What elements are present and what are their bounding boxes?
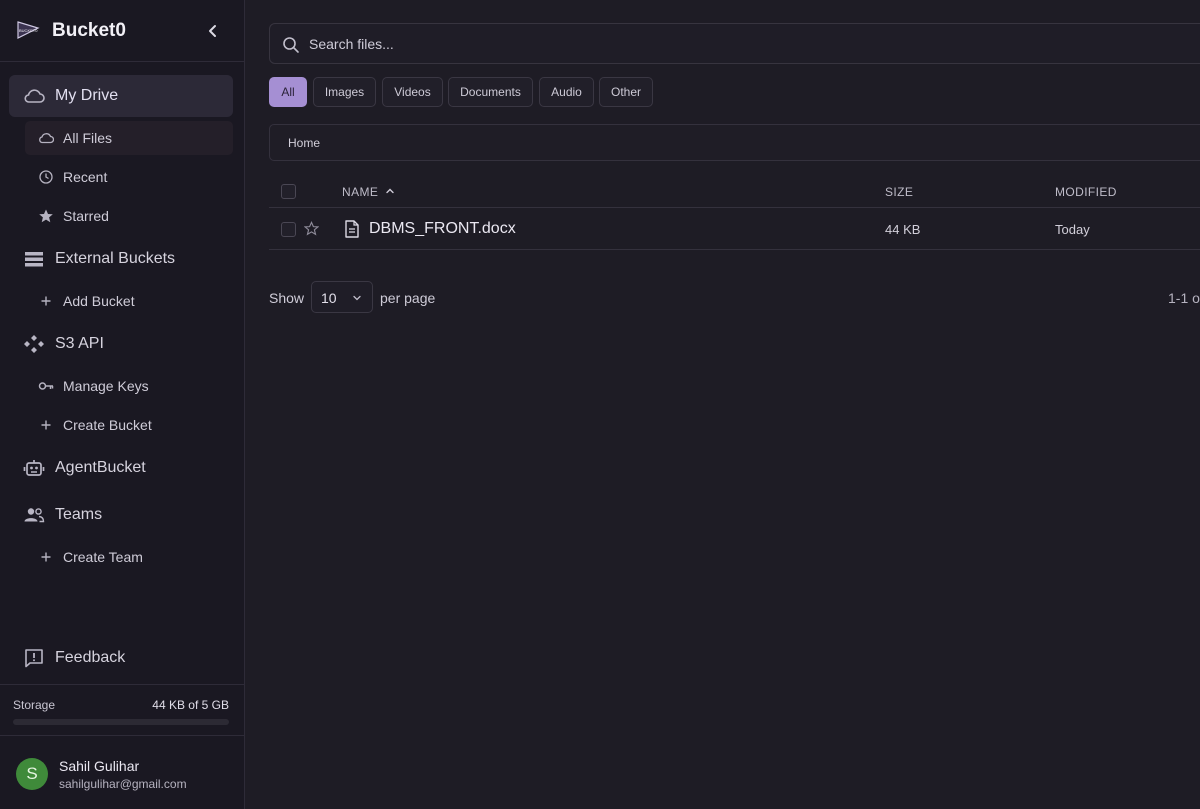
file-size: 44 KB [885, 222, 921, 237]
nav-starred-label: Starred [63, 208, 109, 224]
pagination-per-page-label: per page [380, 290, 436, 306]
nav-manage-keys-label: Manage Keys [63, 378, 149, 394]
plus-icon [41, 420, 51, 430]
arrow-up-icon[interactable] [385, 186, 395, 196]
robot-icon [23, 460, 45, 476]
nav-feedback-label: Feedback [55, 649, 126, 666]
nav-create-bucket[interactable]: Create Bucket [25, 408, 233, 442]
nav-recent[interactable]: Recent [25, 160, 233, 194]
filter-chip-documents[interactable]: Documents [448, 77, 533, 107]
people-icon [24, 508, 45, 523]
user-email: sahilgulihar@gmail.com [59, 777, 187, 791]
nav-agentbucket-label: AgentBucket [55, 459, 146, 476]
star-icon [39, 209, 53, 223]
bucket0-logo-icon: BUCKET0 [17, 21, 40, 39]
nav-manage-keys[interactable]: Manage Keys [25, 369, 233, 403]
storage-usage: Storage 44 KB of 5 GB [0, 684, 244, 736]
select-all-checkbox[interactable] [281, 184, 296, 199]
column-header-size[interactable]: SIZE [885, 185, 913, 199]
breadcrumb: Home [269, 124, 1200, 161]
nav-s3-api-label: S3 API [55, 335, 104, 352]
avatar: S [16, 758, 48, 790]
pagination: Show 10 per page 1-1 of 1 [269, 281, 1200, 313]
storage-value: 44 KB of 5 GB [152, 698, 229, 712]
nav-s3-api[interactable]: S3 API [9, 323, 233, 365]
chevron-left-icon[interactable] [203, 21, 223, 41]
brand-header: BUCKET0 Bucket0 [0, 0, 244, 62]
column-header-modified[interactable]: MODIFIED [1055, 185, 1117, 199]
key-icon [38, 382, 54, 390]
filter-chip-audio[interactable]: Audio [539, 77, 594, 107]
star-outline-icon[interactable] [304, 221, 319, 236]
search-bar[interactable] [269, 23, 1200, 64]
nav-all-files[interactable]: All Files [25, 121, 233, 155]
user-name: Sahil Gulihar [59, 758, 140, 774]
nav-my-drive-label: My Drive [55, 87, 119, 104]
chevron-down-icon [353, 295, 361, 301]
nav-create-bucket-label: Create Bucket [63, 417, 152, 433]
nav-recent-label: Recent [63, 169, 108, 185]
nav-starred[interactable]: Starred [25, 199, 233, 233]
file-name[interactable]: DBMS_FRONT.docx [369, 220, 516, 238]
nav-my-drive[interactable]: My Drive [9, 75, 233, 117]
cloud-icon [24, 89, 45, 103]
pagination-show-label: Show [269, 290, 305, 306]
document-icon [345, 220, 359, 238]
per-page-value: 10 [321, 290, 337, 306]
row-checkbox[interactable] [281, 222, 296, 237]
file-modified: Today [1055, 222, 1090, 237]
storage-progress-bar [13, 719, 229, 725]
plus-icon [41, 552, 51, 562]
breadcrumb-home[interactable]: Home [288, 136, 320, 150]
brand-name: Bucket0 [52, 20, 126, 41]
table-header: NAME SIZE MODIFIED [269, 176, 1200, 208]
plus-icon [41, 296, 51, 306]
nav-all-files-label: All Files [63, 130, 113, 146]
nav-teams-label: Teams [55, 506, 103, 523]
clock-icon [39, 170, 53, 184]
filter-chip-all[interactable]: All [269, 77, 307, 107]
pagination-range: 1-1 of 1 [1168, 290, 1200, 306]
svg-text:BUCKET0: BUCKET0 [19, 28, 38, 33]
search-icon [283, 37, 299, 53]
nav-external-buckets[interactable]: External Buckets [9, 238, 233, 280]
user-profile[interactable]: S Sahil Gulihar sahilgulihar@gmail.com [0, 737, 244, 809]
main-content: All Images Videos Documents Audio Other … [245, 0, 1200, 809]
nav-add-bucket[interactable]: Add Bucket [25, 284, 233, 318]
storage-icon [25, 252, 43, 267]
nav-feedback[interactable]: Feedback [9, 637, 233, 679]
column-header-name[interactable]: NAME [342, 185, 378, 199]
filter-chip-other[interactable]: Other [599, 77, 653, 107]
nav-create-team-label: Create Team [63, 549, 143, 565]
storage-label: Storage [13, 698, 56, 712]
feedback-icon [25, 649, 43, 668]
nav-external-buckets-label: External Buckets [55, 250, 176, 267]
cloud-icon [39, 133, 54, 144]
filter-chip-videos[interactable]: Videos [382, 77, 443, 107]
nav-agentbucket[interactable]: AgentBucket [9, 447, 233, 489]
search-input[interactable] [309, 33, 909, 55]
per-page-select[interactable]: 10 [311, 281, 373, 313]
filter-chip-images[interactable]: Images [313, 77, 376, 107]
nav-add-bucket-label: Add Bucket [63, 293, 135, 309]
sidebar: BUCKET0 Bucket0 My Drive All Files Recen… [0, 0, 245, 809]
nav-teams[interactable]: Teams [9, 494, 233, 536]
table-row[interactable]: DBMS_FRONT.docx 44 KB Today [269, 209, 1200, 250]
nav-create-team[interactable]: Create Team [25, 540, 233, 574]
api-icon [24, 335, 44, 353]
